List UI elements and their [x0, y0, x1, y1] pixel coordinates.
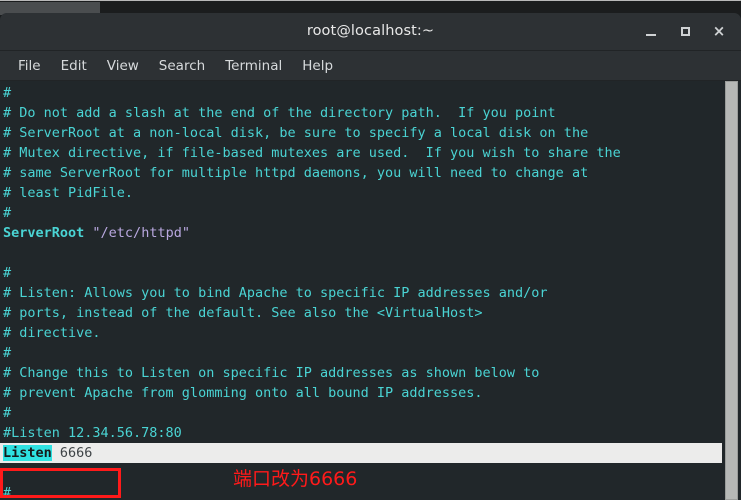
- terminal-scrollbar[interactable]: [722, 81, 741, 500]
- terminal-window: root@localhost:~ × File Edit View Search…: [0, 13, 741, 500]
- close-button[interactable]: ×: [711, 24, 727, 40]
- maximize-button[interactable]: [677, 24, 693, 40]
- window-controls: ×: [643, 13, 733, 50]
- terminal-line-serverroot: ServerRoot "/etc/httpd": [0, 223, 722, 243]
- terminal-line: #: [3, 265, 12, 281]
- minimize-button[interactable]: [643, 24, 659, 40]
- terminal-line: # ports, instead of the default. See als…: [3, 305, 483, 321]
- terminal-line: # Do not add a slash at the end of the d…: [3, 105, 556, 121]
- terminal-line: #: [3, 405, 12, 421]
- minimize-icon: [646, 34, 656, 36]
- terminal-line: #: [3, 85, 12, 101]
- terminal-line: #: [3, 485, 12, 500]
- terminal-line: # directive.: [3, 325, 101, 341]
- serverroot-directive: ServerRoot: [3, 225, 85, 241]
- menu-item-terminal[interactable]: Terminal: [215, 56, 292, 76]
- menu-item-search[interactable]: Search: [149, 56, 215, 76]
- listen-directive-match: Listen: [3, 445, 52, 461]
- terminal-scrollbar-thumb[interactable]: [725, 81, 738, 500]
- terminal-text-area: # # Do not add a slash at the end of the…: [0, 81, 722, 500]
- terminal-line-listen-active: Listen 6666: [0, 443, 722, 463]
- maximize-icon: [680, 27, 690, 36]
- menu-item-help[interactable]: Help: [292, 56, 343, 76]
- annotation-note-text: 端口改为6666: [233, 468, 358, 490]
- serverroot-value: "/etc/httpd": [92, 225, 190, 241]
- listen-space: [52, 445, 60, 461]
- menu-item-view[interactable]: View: [97, 56, 149, 76]
- terminal-line: # Mutex directive, if file-based mutexes…: [3, 145, 621, 161]
- terminal-line: # Listen: Allows you to bind Apache to s…: [3, 285, 548, 301]
- title-bar[interactable]: root@localhost:~ ×: [0, 13, 741, 51]
- terminal-line: # ServerRoot at a non-local disk, be sur…: [3, 125, 589, 141]
- terminal-line: # prevent Apache from glomming onto all …: [3, 385, 483, 401]
- terminal-line: #: [3, 345, 12, 361]
- terminal-line-commented-listen: #Listen 12.34.56.78:80: [3, 425, 182, 441]
- window-title: root@localhost:~: [306, 23, 435, 39]
- terminal-body[interactable]: # # Do not add a slash at the end of the…: [0, 81, 741, 500]
- terminal-line: # same ServerRoot for multiple httpd dae…: [3, 165, 589, 181]
- terminal-line: # least PidFile.: [3, 185, 134, 201]
- menu-bar: File Edit View Search Terminal Help: [0, 51, 741, 81]
- close-icon: ×: [712, 22, 726, 40]
- menu-item-edit[interactable]: Edit: [51, 56, 97, 76]
- desktop-panel: [0, 0, 741, 15]
- listen-port-value: 6666: [59, 445, 93, 461]
- terminal-line: #: [3, 205, 12, 221]
- terminal-line: # Change this to Listen on specific IP a…: [3, 365, 540, 381]
- menu-item-file[interactable]: File: [8, 56, 51, 76]
